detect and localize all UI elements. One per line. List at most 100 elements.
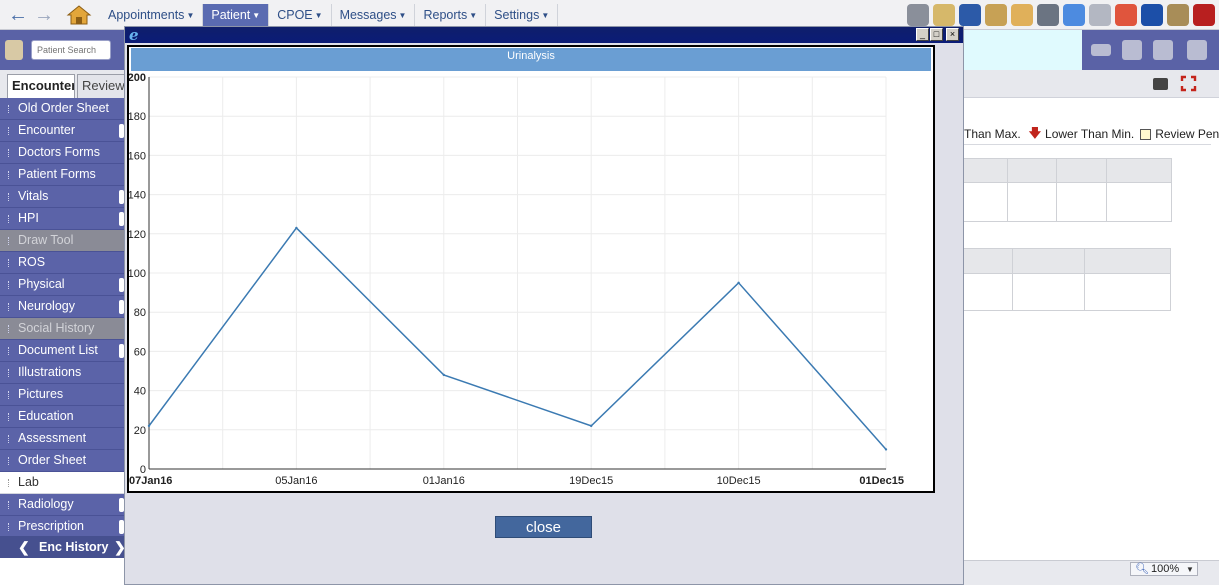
urinalysis-line-chart: 02040608010012014016018020007Jan16 05Jan1…: [129, 72, 904, 487]
menu-settings[interactable]: Settings ▼: [486, 4, 559, 26]
sidebar-item-document-list[interactable]: Document List: [0, 340, 126, 362]
sidebar-item-radiology[interactable]: Radiology: [0, 494, 126, 516]
transfer-user-icon[interactable]: [1187, 40, 1207, 60]
zoom-level: 100%: [1150, 563, 1180, 575]
y-tick-label: 120: [129, 229, 146, 241]
back-arrow-icon[interactable]: ←: [7, 4, 29, 26]
sidebar-item-encounter[interactable]: Encounter: [0, 120, 126, 142]
sidebar-item-label: Education: [18, 409, 74, 423]
minimize-button[interactable]: _: [916, 28, 929, 41]
pending-swatch: [1140, 128, 1152, 140]
sidebar-item-label: Social History: [18, 321, 95, 335]
patient-chart-icon[interactable]: [1153, 40, 1173, 60]
menu-appointments[interactable]: Appointments ▼: [100, 4, 204, 26]
sidebar-item-label: Assessment: [18, 431, 87, 445]
arrow-down-icon: 🡇: [1028, 125, 1042, 140]
menu-label: CPOE: [277, 8, 313, 22]
sidebar-item-label: Illustrations: [18, 365, 82, 379]
sidebar-item-old-order-sheet[interactable]: Old Order Sheet: [0, 98, 126, 120]
user-icon[interactable]: [1011, 4, 1033, 26]
info-icon[interactable]: [1141, 4, 1163, 26]
printer-icon[interactable]: [1153, 78, 1168, 90]
data-point: [737, 281, 740, 284]
toolbar-icons: [907, 4, 1215, 26]
sidebar-item-ros[interactable]: ROS: [0, 252, 126, 274]
main-menu: Appointments ▼ Patient ▼ CPOE ▼ Messages ▼ Repor…: [100, 4, 559, 26]
sidebar-item-lab[interactable]: Lab: [0, 472, 126, 494]
padlock-icon[interactable]: [1167, 4, 1189, 26]
legend-review-pending: Review Pending: [1155, 127, 1219, 141]
lab-results-table-2: [963, 248, 1171, 311]
sidebar-item-neurology[interactable]: Neurology: [0, 296, 126, 318]
sidebar-item-patient-forms[interactable]: Patient Forms: [0, 164, 126, 186]
tab-review[interactable]: Review: [77, 74, 126, 98]
patient-search-input[interactable]: [31, 40, 111, 60]
stethoscope-icon[interactable]: [1037, 4, 1059, 26]
window-close-button[interactable]: ×: [946, 28, 959, 41]
menu-label: Patient: [211, 8, 251, 22]
y-tick-label: 100: [129, 268, 146, 280]
sidebar-item-illustrations[interactable]: Illustrations: [0, 362, 126, 384]
close-button[interactable]: close: [495, 516, 592, 538]
sidebar-item-label: Doctors Forms: [18, 145, 100, 159]
certificate-icon[interactable]: [985, 4, 1007, 26]
sidebar-item-education[interactable]: Education: [0, 406, 126, 428]
maximize-button[interactable]: □: [930, 28, 943, 41]
sidebar-item-label: Document List: [18, 343, 98, 357]
menu-label: Messages: [339, 8, 397, 22]
lab-results-table: [963, 158, 1172, 222]
sidebar-item-physical[interactable]: Physical: [0, 274, 126, 296]
download-tray-icon[interactable]: [1063, 4, 1085, 26]
home-icon[interactable]: [66, 3, 92, 27]
enc-history-bar[interactable]: ❮ Enc History ❯: [0, 536, 126, 558]
sidebar-item-label: Encounter: [18, 123, 75, 137]
menu-cpoe[interactable]: CPOE ▼: [269, 4, 332, 26]
caret-down-icon: ▼: [314, 10, 323, 20]
sidebar-item-label: Patient Forms: [18, 167, 96, 181]
expand-icon[interactable]: [1180, 75, 1197, 92]
sidebar-item-prescription[interactable]: Prescription: [0, 516, 126, 538]
copy-pages-icon[interactable]: [1089, 4, 1111, 26]
menu-patient[interactable]: Patient ▼: [203, 4, 270, 26]
y-tick-label: 200: [129, 72, 146, 84]
popup-titlebar: e _ □ ×: [125, 27, 963, 43]
sidebar-item-label: ROS: [18, 255, 46, 269]
forward-arrow-icon[interactable]: →: [33, 4, 55, 26]
x-tick-label: 05Jan16: [275, 475, 317, 487]
chart-popup-window: e _ □ × Urinalysis 0 20 40 60 80 100 120 140 160…: [124, 26, 964, 585]
chevron-left-icon[interactable]: ❮: [18, 536, 30, 558]
caret-down-icon: ▼: [469, 10, 478, 20]
legend-higher-than-max: Than Max.: [964, 127, 1021, 141]
patient-info-banner: [964, 30, 1082, 70]
menu-label: Settings: [494, 8, 540, 22]
sidebar-item-label: Lab: [18, 475, 39, 489]
sidebar-item-order-sheet[interactable]: Order Sheet: [0, 450, 126, 472]
notepad-pen-icon[interactable]: [933, 4, 955, 26]
sidebar-item-vitals[interactable]: Vitals: [0, 186, 126, 208]
menu-reports[interactable]: Reports ▼: [415, 4, 487, 26]
data-point: [884, 448, 888, 451]
sidebar-item-label: Pictures: [18, 387, 64, 401]
sidebar-item-hpi[interactable]: HPI: [0, 208, 126, 230]
sidebar-item-label: Old Order Sheet: [18, 101, 110, 115]
bill-icon[interactable]: [959, 4, 981, 26]
patient-card-icon[interactable]: [5, 40, 23, 60]
chart-panel: Urinalysis 0 20 40 60 80 100 120 140 160 180 200 07…: [127, 45, 935, 493]
sidebar-item-doctors-forms[interactable]: Doctors Forms: [0, 142, 126, 164]
tab-encounter[interactable]: Encounter: [7, 74, 75, 98]
doctor-icon[interactable]: [1122, 40, 1142, 60]
y-tick-label: 140: [129, 190, 146, 202]
caret-down-icon: ▼: [186, 10, 195, 20]
y-tick-label: 180: [129, 111, 146, 123]
menu-messages[interactable]: Messages ▼: [332, 4, 416, 26]
sidebar-item-label: Physical: [18, 277, 65, 291]
keyboard-icon[interactable]: [1091, 44, 1111, 56]
dashboard-icon[interactable]: [907, 4, 929, 26]
sidebar-item-assessment[interactable]: Assessment: [0, 428, 126, 450]
y-tick-label: 40: [134, 386, 146, 398]
sidebar-item-pictures[interactable]: Pictures: [0, 384, 126, 406]
legend-lower-than-min: Lower Than Min.: [1045, 127, 1135, 141]
power-icon[interactable]: [1193, 4, 1215, 26]
lifebuoy-icon[interactable]: [1115, 4, 1137, 26]
zoom-dropdown-icon[interactable]: ▼: [1186, 565, 1194, 574]
